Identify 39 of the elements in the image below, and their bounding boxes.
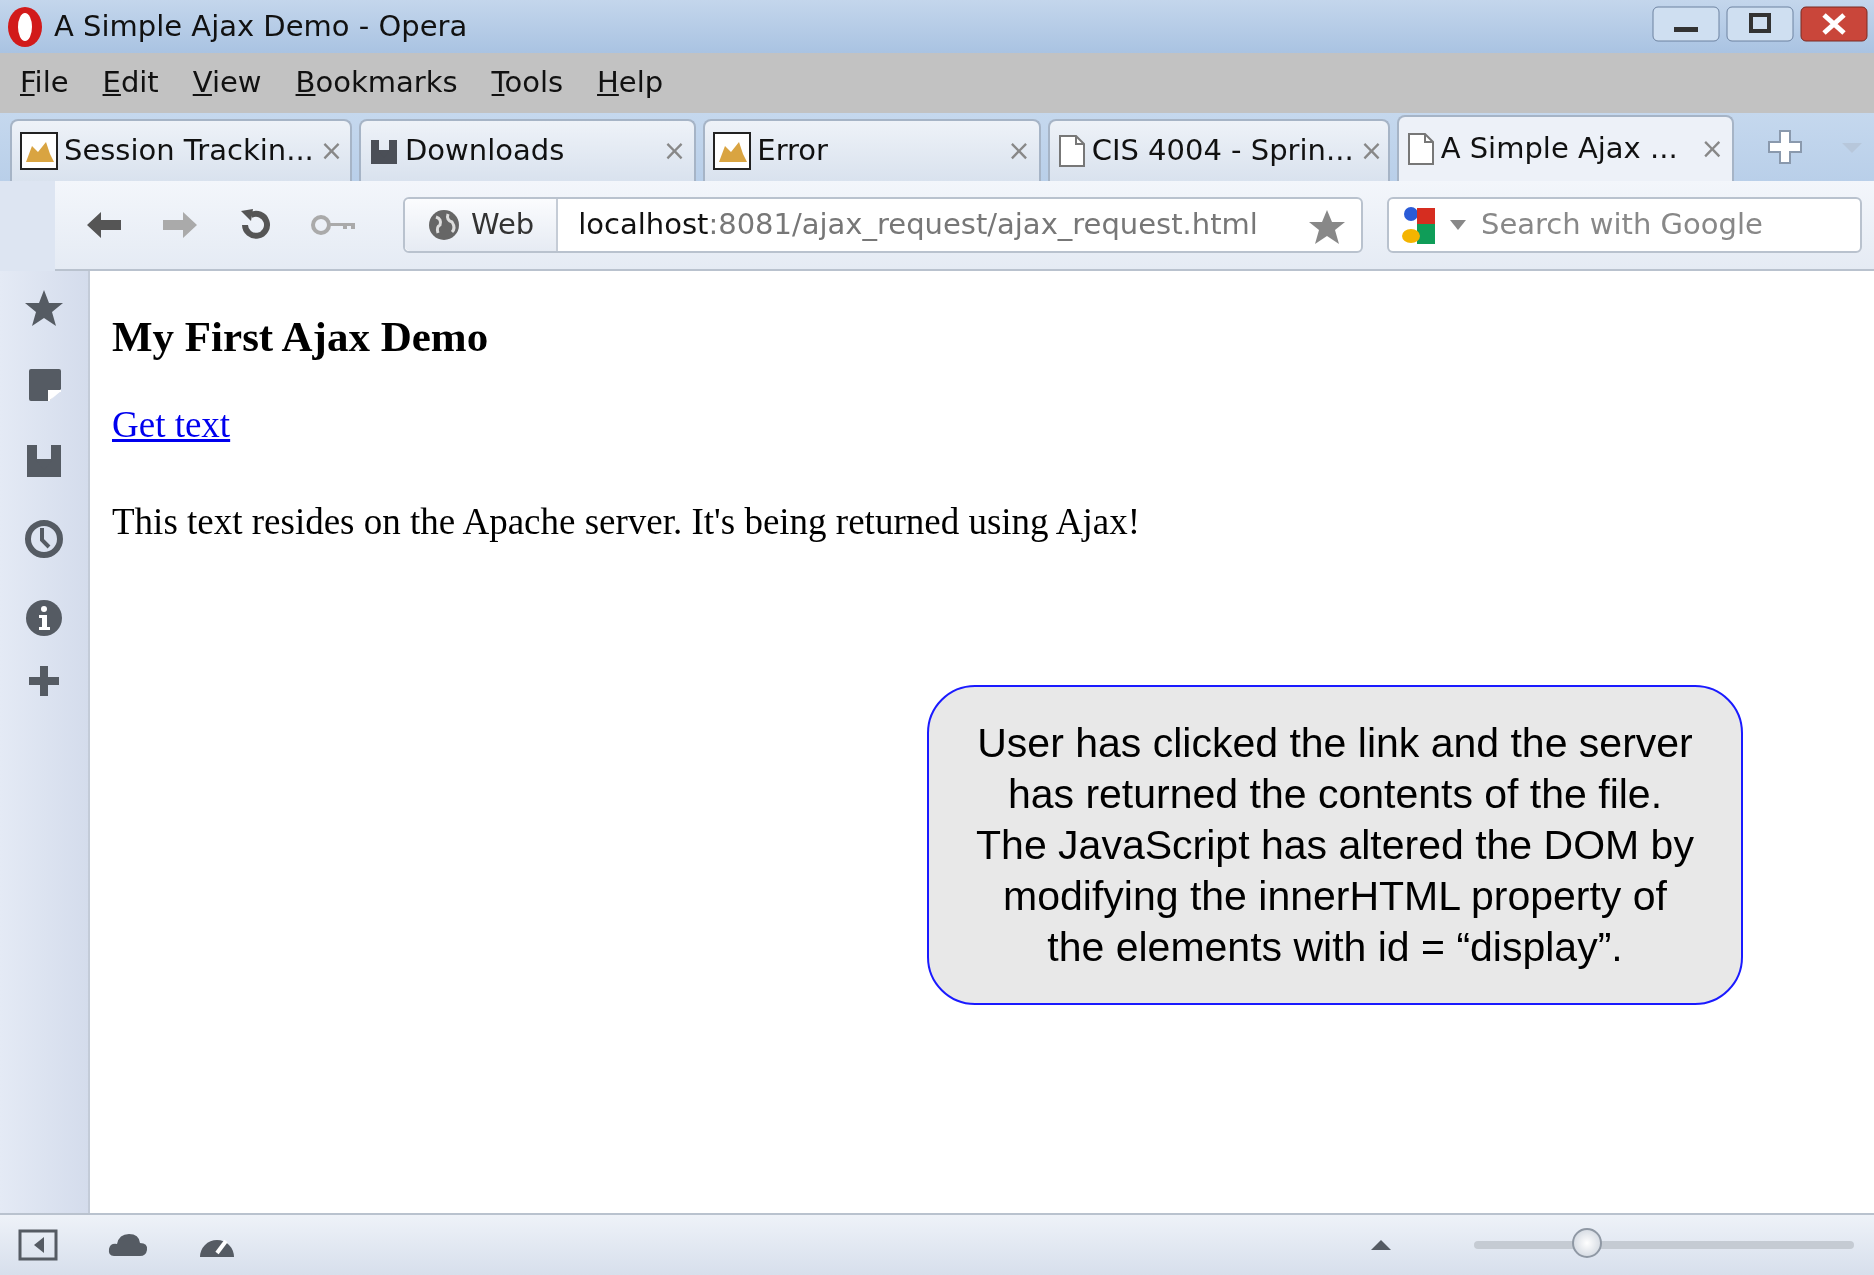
opera-logo-icon [6, 4, 44, 49]
page-paragraph: This text resides on the Apache server. It's being returned using Ajax! [112, 500, 1141, 545]
browser-tab[interactable]: Session Trackin... × [10, 119, 352, 181]
panel-toggle-icon[interactable] [18, 1229, 58, 1261]
menu-item[interactable]: View [182, 61, 272, 105]
close-icon[interactable] [1800, 6, 1868, 42]
menu-item[interactable]: Edit [92, 61, 169, 105]
info-icon[interactable] [25, 599, 63, 637]
cloud-icon[interactable] [108, 1232, 148, 1258]
tab-title: Error [757, 132, 829, 170]
tab-title: A Simple Ajax ... [1440, 130, 1679, 168]
page-icon [1406, 132, 1435, 166]
page-heading: My First Ajax Demo [112, 312, 490, 362]
minimize-icon[interactable] [1652, 6, 1720, 42]
window-title: A Simple Ajax Demo - Opera [54, 7, 468, 45]
plus-icon[interactable] [28, 665, 60, 697]
browser-tab[interactable]: CIS 4004 - Sprin... × [1047, 119, 1390, 181]
caret-icon[interactable] [1449, 219, 1467, 231]
back-arrow-icon[interactable] [85, 210, 123, 240]
page-icon [1057, 134, 1086, 168]
callout-note: User has clicked the link and the server has returned the contents of the file. The JavaScript has altered the DOM by modifying the innerHTML property of the elements with id = “display”. [927, 685, 1743, 1005]
menu-item[interactable]: Bookmarks [285, 61, 468, 105]
search-bar[interactable]: Search with Google [1387, 197, 1862, 253]
menu-item[interactable]: Tools [481, 61, 574, 105]
clock-icon[interactable] [24, 519, 64, 559]
maximize-icon[interactable] [1726, 6, 1794, 42]
get-text-link[interactable]: Get text [112, 396, 231, 453]
tab-title: Downloads [405, 132, 566, 170]
up-arrow-icon[interactable] [1370, 1239, 1392, 1251]
tab-title: Session Trackin... [64, 132, 314, 170]
star-icon[interactable] [24, 289, 64, 327]
browser-tab[interactable]: Error × [703, 119, 1041, 181]
tab-title: CIS 4004 - Sprin... [1091, 132, 1354, 170]
plus-icon[interactable] [1765, 127, 1805, 167]
browser-tab[interactable]: A Simple Ajax ... × [1396, 115, 1734, 181]
browser-tab[interactable]: Downloads × [359, 119, 697, 181]
menu-item[interactable]: Help [587, 61, 674, 105]
google-logo-icon [1399, 204, 1437, 246]
menu-item[interactable]: File [10, 61, 79, 105]
